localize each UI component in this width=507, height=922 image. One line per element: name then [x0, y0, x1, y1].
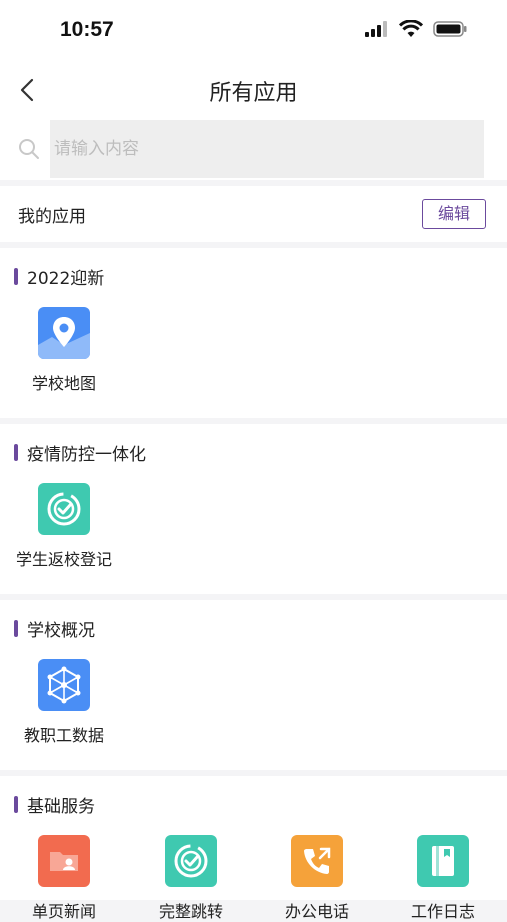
signal-icon: [365, 21, 387, 37]
section-marker: [14, 444, 18, 461]
my-apps-row: 我的应用 编辑: [0, 186, 507, 242]
network-icon: [38, 659, 90, 711]
section-title: 基础服务: [27, 797, 95, 817]
search-bar: [0, 118, 507, 180]
my-apps-label: 我的应用: [18, 207, 86, 227]
wifi-icon: [399, 20, 423, 37]
app-name: 学生返校登记: [15, 550, 112, 569]
app-name: 单页新闻: [31, 902, 96, 921]
app-single-page-news[interactable]: 单页新闻: [14, 835, 114, 922]
app-full-redirect[interactable]: 完整跳转: [141, 835, 241, 922]
search-input[interactable]: [50, 120, 484, 178]
status-bar: 10:57: [0, 0, 507, 62]
section-title: 学校概况: [27, 621, 95, 641]
app-office-phone[interactable]: 办公电话: [267, 835, 367, 922]
section-marker: [14, 620, 18, 637]
battery-icon: [433, 21, 467, 37]
app-name: 完整跳转: [158, 902, 223, 921]
app-work-log[interactable]: 工作日志: [393, 835, 493, 922]
section-2022-welcome: 2022迎新 学校地图: [0, 248, 507, 418]
app-name: 教职工数据: [23, 726, 104, 745]
section-basic-services: 基础服务 单页新闻 完整跳转 办公电话 工作日志: [0, 776, 507, 921]
edit-button[interactable]: 编辑: [422, 199, 486, 229]
check-badge-icon: [38, 483, 90, 535]
nav-bar: 所有应用: [0, 62, 507, 118]
check-badge-icon: [165, 835, 217, 887]
book-icon: [417, 835, 469, 887]
map-pin-icon: [38, 307, 90, 359]
status-time: 10:57: [60, 18, 114, 41]
section-marker: [14, 796, 18, 813]
app-student-return-registration[interactable]: 学生返校登记: [14, 483, 114, 570]
section-school-overview: 学校概况 教职工数据: [0, 600, 507, 770]
page-title: 所有应用: [209, 81, 298, 106]
app-name: 办公电话: [284, 902, 349, 921]
section-title: 疫情防控一体化: [27, 445, 146, 465]
app-school-map[interactable]: 学校地图: [14, 307, 114, 394]
search-icon: [19, 139, 39, 159]
app-name: 工作日志: [410, 902, 475, 921]
app-name: 学校地图: [31, 374, 96, 393]
folder-user-icon: [38, 835, 90, 887]
section-marker: [14, 268, 18, 285]
app-staff-data[interactable]: 教职工数据: [14, 659, 114, 746]
section-epidemic-control: 疫情防控一体化 学生返校登记: [0, 424, 507, 594]
section-title: 2022迎新: [27, 269, 105, 289]
phone-icon: [291, 835, 343, 887]
